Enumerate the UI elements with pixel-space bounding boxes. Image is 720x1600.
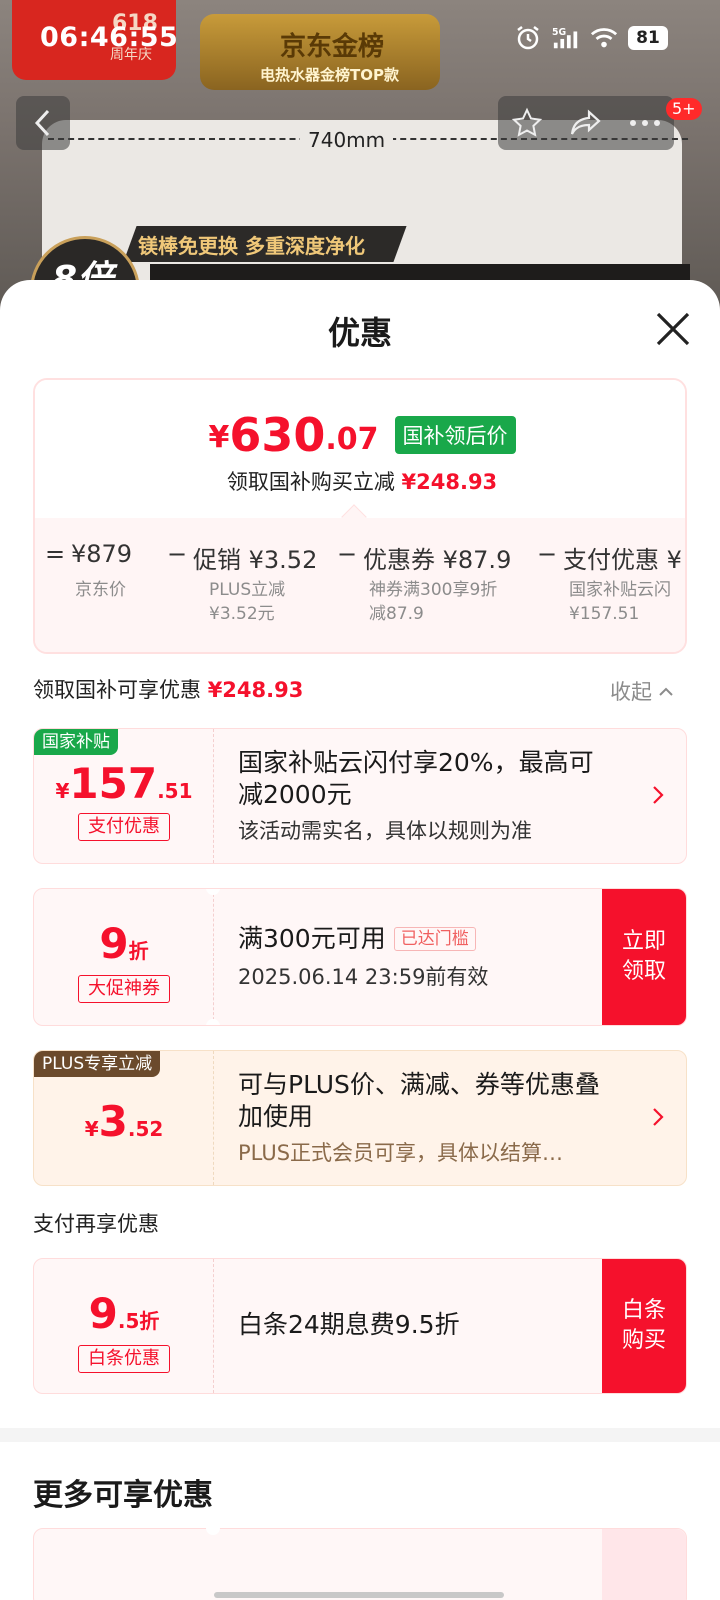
coupon-amount-prefix: ¥ xyxy=(84,1117,99,1141)
collapse-label: 收起 xyxy=(610,680,652,704)
coupon-amount: ¥3.52 xyxy=(34,1101,214,1143)
coupon-title: 国家补贴云闪付享20%，最高可减2000元 xyxy=(238,748,594,809)
threshold-met-badge: 已达门槛 xyxy=(393,927,476,951)
battery-level: 81 xyxy=(628,26,668,50)
breakdown-payment: 支付优惠 ¥ xyxy=(563,546,682,574)
sheet-title: 优惠 xyxy=(327,314,392,352)
coupon-amount-big: 9 xyxy=(99,919,129,968)
breakdown-operator: = xyxy=(44,540,66,568)
screen: 618 周年庆 京东金榜 电热水器金榜TOP款 740mm 镁棒免更换 多重深度… xyxy=(0,0,720,1600)
coupon-promo-discount[interactable]: 9折 大促神券 满300元可用 已达门槛 2025.06.14 23:59前有效 … xyxy=(33,888,687,1026)
coupon-title-row: 满300元可用 已达门槛 xyxy=(238,923,476,955)
star-icon[interactable] xyxy=(511,107,543,139)
coupon-title: 白条24期息费9.5折 xyxy=(238,1310,460,1339)
dimension-label: 740mm xyxy=(300,128,394,152)
savings-line: 领取国补购买立减 ¥248.93 xyxy=(35,466,685,496)
coupon-validity: 2025.06.14 23:59前有效 xyxy=(238,965,489,989)
coupon-national-subsidy[interactable]: 国家补贴 ¥157.51 支付优惠 国家补贴云闪付享20%，最高可减2000元 … xyxy=(33,728,687,864)
payment-section-label: 支付再享优惠 xyxy=(33,1212,159,1236)
coupon-plus-discount[interactable]: PLUS专享立减 ¥3.52 可与PLUS价、满减、券等优惠叠加使用 PLUS正… xyxy=(33,1050,687,1186)
coupon-baitiao[interactable]: 9.5折 白条优惠 白条24期息费9.5折 白条购买 xyxy=(33,1258,687,1394)
final-price-value: ¥ 630 .07 xyxy=(208,412,378,458)
coupon-amount-small: .52 xyxy=(127,1117,164,1141)
coupon-title: 可与PLUS价、满减、券等优惠叠加使用 xyxy=(238,1070,600,1131)
feature-strip-text: 镁棒免更换 多重深度净化 xyxy=(138,234,365,258)
subsidy-section-amount: ¥248.93 xyxy=(207,678,304,702)
coupon-type-tag: 支付优惠 xyxy=(78,813,170,841)
breakdown-promo: 促销 ¥3.52 xyxy=(193,546,318,574)
final-price: ¥ 630 .07 国补领后价 xyxy=(35,412,685,458)
subsidy-section-label: 领取国补可享优惠 ¥248.93 xyxy=(33,674,303,704)
nav-actions xyxy=(498,96,674,150)
chevron-left-icon xyxy=(34,109,50,137)
breakdown-values: = ¥879 − 促销 ¥3.52 − 优惠券 ¥87.9 − 支付优惠 ¥ xyxy=(39,540,682,575)
coupon-amount-big: 157 xyxy=(69,759,158,808)
more-offers-cta-peek[interactable] xyxy=(602,1529,686,1600)
alarm-icon xyxy=(514,24,542,52)
collapse-toggle[interactable]: 收起 xyxy=(610,676,674,706)
coupon-description: 该活动需实名，具体以规则为准 xyxy=(238,819,532,843)
price-decimal: .07 xyxy=(325,422,379,457)
coupon-amount-big: 9 xyxy=(88,1289,118,1338)
coupon-amount: ¥157.51 xyxy=(34,763,214,805)
section-divider xyxy=(0,1428,720,1442)
breakdown-promo-label: PLUS立减 ¥3.52元 xyxy=(209,580,286,624)
coupon-amount: 9折 xyxy=(34,923,214,965)
coupon-amount-big: 3 xyxy=(98,1097,128,1146)
breakdown-jd-price-label: 京东价 xyxy=(75,580,126,600)
coupon-type-tag: 大促神券 xyxy=(78,975,170,1003)
coupon-description: PLUS正式会员可享，具体以结算… xyxy=(238,1141,564,1165)
coupon-amount-small: .51 xyxy=(157,779,193,803)
wifi-icon xyxy=(590,24,618,52)
price-integer: 630 xyxy=(229,408,326,462)
status-icons: 5G 81 xyxy=(514,24,668,52)
more-offers-title: 更多可享优惠 xyxy=(33,1478,213,1513)
coupon-amount: 9.5折 xyxy=(34,1293,214,1335)
coupon-type-tag: 白条优惠 xyxy=(78,1345,170,1373)
chevron-up-icon xyxy=(659,687,673,696)
breakdown-jd-price: ¥879 xyxy=(71,540,133,568)
coupon-corner-tag: 国家补贴 xyxy=(34,729,118,755)
price-summary-card: ¥ 630 .07 国补领后价 领取国补购买立减 ¥248.93 = ¥879 … xyxy=(33,378,687,654)
subsidy-section-text: 领取国补可享优惠 xyxy=(33,678,201,702)
breakdown-coupon: 优惠券 ¥87.9 xyxy=(363,546,512,574)
more-icon[interactable] xyxy=(629,118,661,128)
back-button[interactable] xyxy=(16,96,70,150)
svg-text:5G: 5G xyxy=(552,27,566,38)
coupon-title: 满300元可用 xyxy=(238,924,386,953)
gold-ranking-subtitle: 电热水器金榜TOP款 xyxy=(260,66,399,84)
breakdown-operator: − xyxy=(166,540,188,568)
discount-sheet: 优惠 ¥ 630 .07 国补领后价 领取国补购买立减 ¥248.93 = ¥8… xyxy=(0,280,720,1600)
more-offers-card-peek[interactable] xyxy=(33,1521,687,1600)
close-icon[interactable] xyxy=(652,308,694,350)
subsidy-price-tag: 国补领后价 xyxy=(394,416,516,454)
coupon-amount-small: 折 xyxy=(128,939,149,963)
message-count-badge: 5+ xyxy=(666,98,702,120)
coupon-amount-prefix: ¥ xyxy=(55,779,70,803)
breakdown-operator: − xyxy=(536,540,558,568)
ticket-notch xyxy=(206,1019,220,1025)
price-breakdown[interactable]: = ¥879 − 促销 ¥3.52 − 优惠券 ¥87.9 − 支付优惠 ¥ 京… xyxy=(35,518,685,652)
coupon-corner-tag: PLUS专享立减 xyxy=(34,1051,161,1077)
gold-ranking-title: 京东金榜 xyxy=(280,32,385,62)
share-icon[interactable] xyxy=(569,108,603,138)
chevron-right-icon xyxy=(653,1108,664,1126)
coupon-amount-small: .5折 xyxy=(117,1309,160,1333)
claim-coupon-button[interactable]: 立即领取 xyxy=(602,889,686,1025)
status-time: 06:46:55 xyxy=(40,22,179,53)
signal-5g-icon: 5G xyxy=(552,24,580,52)
baitiao-buy-button[interactable]: 白条购买 xyxy=(602,1259,686,1393)
savings-label: 领取国补购买立减 xyxy=(226,470,395,494)
breakdown-payment-label: 国家补贴云闪 ¥157.51 xyxy=(569,580,671,624)
savings-amount: ¥248.93 xyxy=(401,470,498,494)
chevron-right-icon xyxy=(653,786,664,804)
breakdown-operator: − xyxy=(336,540,358,568)
breakdown-coupon-label: 神券满300享9折 减87.9 xyxy=(369,580,498,624)
currency-symbol: ¥ xyxy=(208,420,230,455)
home-indicator[interactable] xyxy=(214,1592,504,1598)
ticket-notch xyxy=(206,1521,220,1535)
